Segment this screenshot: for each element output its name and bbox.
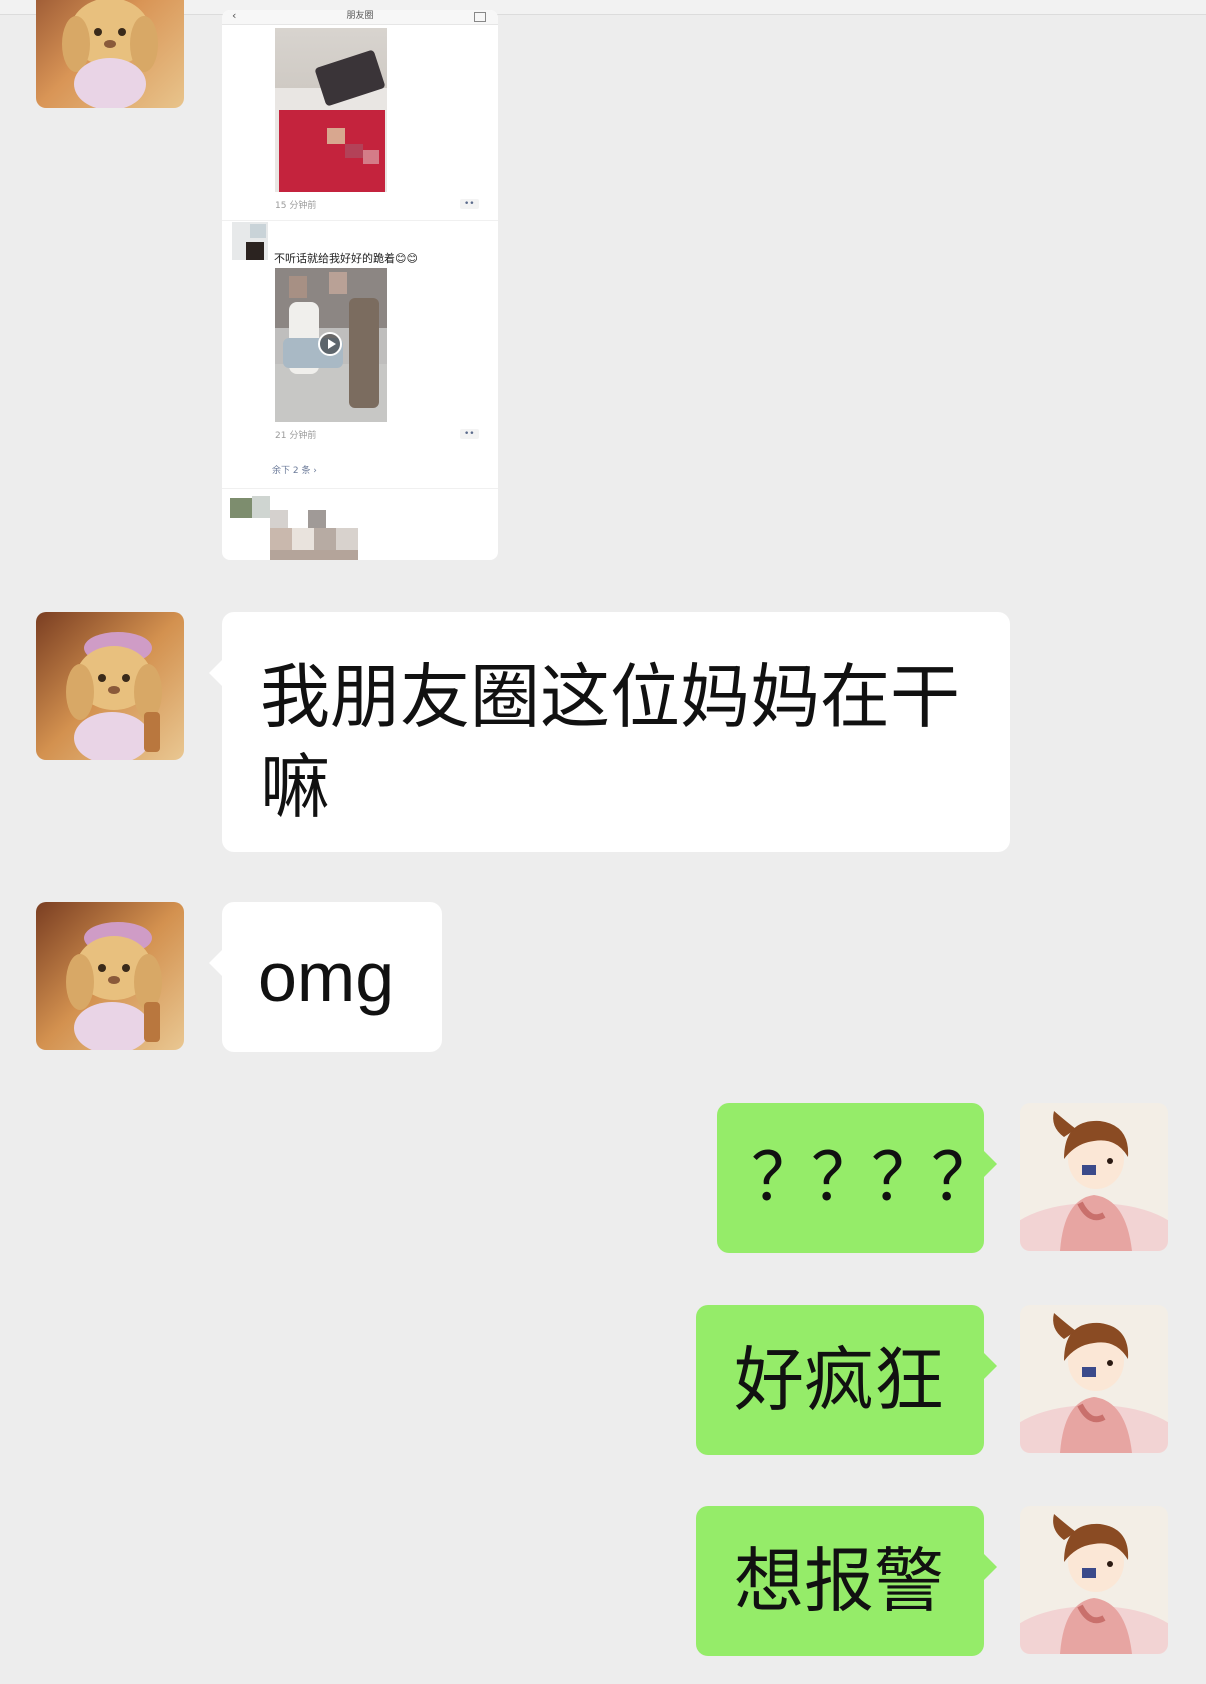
pixelated-area xyxy=(230,490,370,560)
moments-screenshot-image[interactable]: ‹ 朋友圈 15 分钟前 •• 不听话就给我好好的跪着😊😊 21 分钟前 •• … xyxy=(222,10,498,560)
message-bubble-incoming[interactable]: omg xyxy=(209,902,442,1052)
post1-more-icon[interactable]: •• xyxy=(460,199,479,209)
post-divider xyxy=(222,220,498,221)
message-bubble-outgoing[interactable]: 想报警 xyxy=(696,1506,997,1656)
post-divider xyxy=(222,488,498,489)
self-avatar[interactable] xyxy=(1020,1103,1168,1251)
bubble-tail xyxy=(209,660,222,686)
post2-avatar xyxy=(232,222,268,260)
friend-avatar[interactable] xyxy=(36,902,184,1050)
message-text: omg xyxy=(258,938,395,1016)
post2-video-thumbnail[interactable] xyxy=(275,268,387,422)
self-avatar[interactable] xyxy=(1020,1305,1168,1453)
message-bubble-outgoing[interactable]: 好疯狂 xyxy=(696,1305,997,1455)
bubble-tail xyxy=(984,1353,997,1379)
bubble-tail xyxy=(209,950,222,976)
post2-more-icon[interactable]: •• xyxy=(460,429,479,439)
bubble-tail xyxy=(984,1554,997,1580)
plush-bunny-avatar-icon xyxy=(36,612,184,760)
message-text: 好疯狂 xyxy=(734,1339,944,1421)
post2-caption: 不听话就给我好好的跪着😊😊 xyxy=(274,252,418,265)
camera-icon xyxy=(474,12,486,22)
play-icon[interactable] xyxy=(318,332,342,356)
message-text: 想报警 xyxy=(734,1540,944,1622)
anime-girl-avatar-icon xyxy=(1020,1305,1168,1453)
friend-avatar[interactable] xyxy=(36,612,184,760)
message-text: 我朋友圈这位妈妈在干嘛 xyxy=(260,656,960,828)
message-bubble-incoming[interactable]: 我朋友圈这位妈妈在干嘛 xyxy=(209,612,1010,852)
screenshot-header: ‹ 朋友圈 xyxy=(222,10,498,25)
friend-avatar[interactable] xyxy=(36,0,184,108)
more-posts-link[interactable]: 余下 2 条 › xyxy=(272,463,317,476)
post1-photo xyxy=(275,28,387,192)
self-avatar[interactable] xyxy=(1020,1506,1168,1654)
message-bubble-outgoing[interactable]: ？？？？ xyxy=(717,1103,997,1253)
message-text: ？？？？ xyxy=(751,1139,997,1216)
plush-bunny-avatar-icon xyxy=(36,0,184,108)
anime-girl-avatar-icon xyxy=(1020,1103,1168,1251)
back-icon: ‹ xyxy=(232,10,237,22)
post1-time: 15 分钟前 xyxy=(275,201,317,211)
post2-time: 21 分钟前 xyxy=(275,431,317,441)
anime-girl-avatar-icon xyxy=(1020,1506,1168,1654)
bubble-tail xyxy=(984,1151,997,1177)
plush-bunny-avatar-icon xyxy=(36,902,184,1050)
screenshot-header-title: 朋友圈 xyxy=(346,11,374,21)
